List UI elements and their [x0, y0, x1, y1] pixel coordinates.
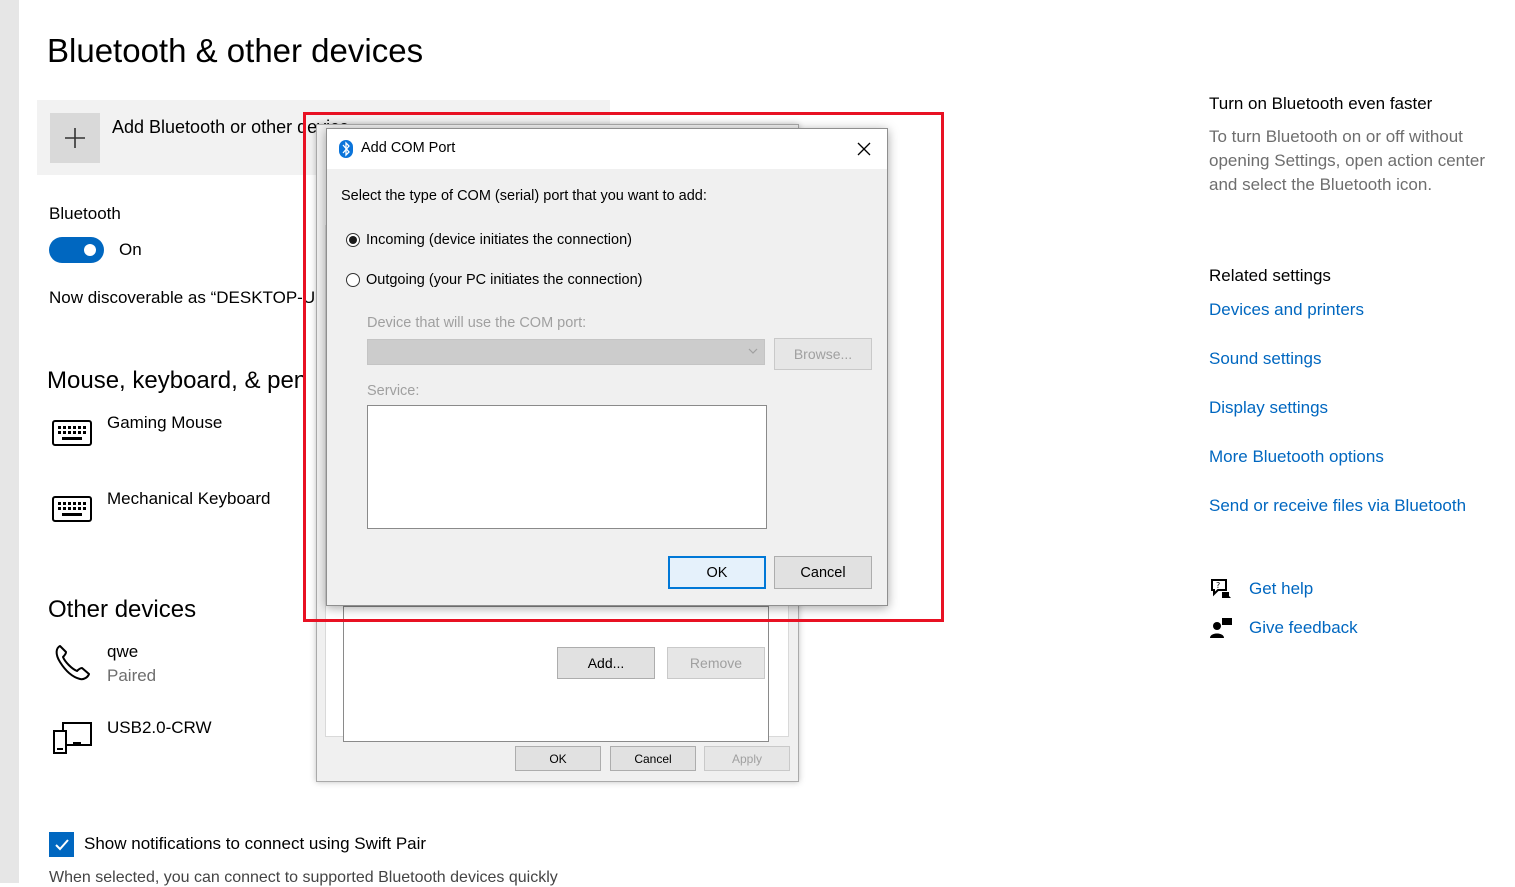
- give-feedback-link[interactable]: Give feedback: [1249, 618, 1358, 638]
- faster-text: To turn Bluetooth on or off without open…: [1209, 127, 1485, 194]
- swift-pair-label: Show notifications to connect using Swif…: [84, 834, 427, 853]
- cancel-button[interactable]: Cancel: [774, 556, 872, 589]
- plus-icon: [50, 113, 100, 163]
- link-more-bluetooth-options[interactable]: More Bluetooth options: [1209, 447, 1384, 467]
- bluetooth-toggle[interactable]: [49, 237, 104, 263]
- checkmark-icon: [54, 838, 69, 850]
- svg-text:?: ?: [1216, 581, 1220, 590]
- discoverable-text: Now discoverable as “DESKTOP-UE: [49, 288, 327, 307]
- incoming-label: Incoming (device initiates the connectio…: [366, 232, 632, 248]
- device-status: Paired: [107, 666, 157, 685]
- related-settings-heading: Related settings: [1209, 266, 1331, 285]
- device-label: Device that will use the COM port:: [367, 315, 587, 331]
- give-feedback-row[interactable]: Give feedback: [1209, 617, 1358, 639]
- device-item-usb-crw[interactable]: USB2.0-CRW: [50, 718, 310, 758]
- toggle-knob: [84, 244, 96, 256]
- keyboard-icon: [50, 489, 94, 529]
- swift-pair-checkbox[interactable]: [49, 832, 74, 857]
- bg-cancel-button[interactable]: Cancel: [610, 746, 696, 771]
- outgoing-label: Outgoing (your PC initiates the connecti…: [366, 272, 643, 288]
- phone-icon: [50, 642, 94, 682]
- add-com-port-dialog: Add COM Port Select the type of COM (ser…: [326, 128, 888, 606]
- bg-apply-button[interactable]: Apply: [704, 746, 790, 771]
- link-devices-and-printers[interactable]: Devices and printers: [1209, 300, 1364, 320]
- device-name: Gaming Mouse: [107, 413, 223, 432]
- device-item-mechanical-keyboard[interactable]: Mechanical Keyboard: [50, 489, 310, 539]
- bluetooth-icon: [339, 140, 353, 158]
- device-item-qwe[interactable]: qwe Paired: [50, 642, 310, 692]
- bluetooth-label: Bluetooth: [49, 204, 121, 223]
- dialog-prompt: Select the type of COM (serial) port tha…: [341, 188, 707, 204]
- ok-button[interactable]: OK: [668, 556, 766, 589]
- remove-port-button[interactable]: Remove: [667, 647, 765, 679]
- device-icon: [50, 718, 94, 758]
- device-item-gaming-mouse[interactable]: Gaming Mouse: [50, 413, 310, 463]
- device-name: USB2.0-CRW: [107, 718, 212, 737]
- bg-ok-button[interactable]: OK: [515, 746, 601, 771]
- mouse-section-heading: Mouse, keyboard, & pen: [47, 367, 308, 394]
- device-dropdown[interactable]: [367, 339, 765, 365]
- bluetooth-toggle-state: On: [119, 240, 142, 259]
- chat-help-icon: ?: [1211, 579, 1231, 598]
- get-help-link[interactable]: Get help: [1249, 579, 1313, 599]
- link-display-settings[interactable]: Display settings: [1209, 398, 1328, 418]
- radio-button-selected[interactable]: [346, 233, 360, 247]
- add-port-button[interactable]: Add...: [557, 647, 655, 679]
- incoming-radio[interactable]: Incoming (device initiates the connectio…: [346, 232, 632, 248]
- device-name: qwe: [107, 642, 139, 661]
- chevron-down-icon: [748, 348, 758, 354]
- feedback-icon: [1210, 618, 1232, 638]
- radio-button[interactable]: [346, 273, 360, 287]
- swift-pair-description: When selected, you can connect to suppor…: [49, 869, 558, 886]
- service-label: Service:: [367, 383, 420, 399]
- left-nav-strip: [0, 0, 19, 883]
- device-name: Mechanical Keyboard: [107, 489, 271, 508]
- service-field[interactable]: [367, 405, 767, 529]
- page-title: Bluetooth & other devices: [47, 32, 424, 69]
- link-send-receive-files[interactable]: Send or receive files via Bluetooth: [1209, 496, 1466, 516]
- other-devices-heading: Other devices: [48, 596, 197, 623]
- outgoing-radio[interactable]: Outgoing (your PC initiates the connecti…: [346, 272, 642, 288]
- close-icon: [857, 142, 871, 156]
- browse-button[interactable]: Browse...: [774, 338, 872, 370]
- title-bar[interactable]: Add COM Port: [327, 129, 887, 169]
- get-help-row[interactable]: ? Get help: [1209, 578, 1313, 600]
- link-sound-settings[interactable]: Sound settings: [1209, 349, 1321, 369]
- faster-heading: Turn on Bluetooth even faster: [1209, 94, 1433, 113]
- dialog-title: Add COM Port: [361, 140, 456, 156]
- radio-dot: [349, 236, 357, 244]
- close-button[interactable]: [841, 129, 887, 169]
- keyboard-icon: [50, 413, 94, 453]
